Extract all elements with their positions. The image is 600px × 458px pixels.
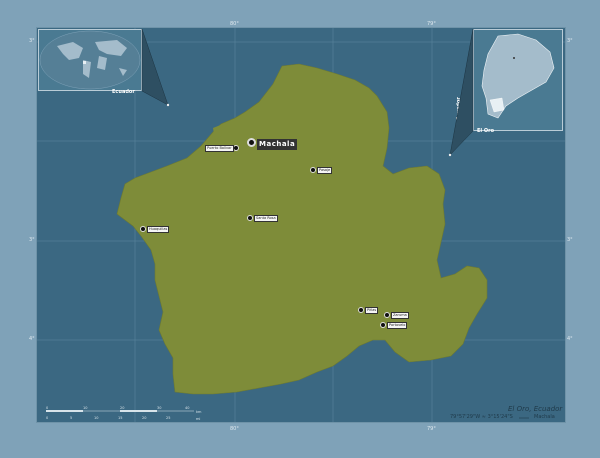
city-label-machala: Machala	[257, 139, 298, 150]
tick-bottom-80: 80°	[230, 426, 239, 432]
city-dot-zaruma[interactable]	[384, 312, 390, 318]
scale-tick-0: 0	[46, 406, 49, 410]
scale-tick-30: 30	[157, 406, 162, 410]
tick-left-4: 4°	[29, 336, 35, 342]
inset-country[interactable]	[473, 29, 563, 131]
scale-tick2-5: 5	[70, 416, 73, 420]
city-dot-pasaje[interactable]	[310, 167, 316, 173]
city-dot-huaquillas[interactable]	[140, 226, 146, 232]
city-label-huaquillas: Huaquillas	[147, 226, 170, 233]
scale-tick-20: 20	[120, 406, 125, 410]
scale-tick-10: 10	[83, 406, 88, 410]
city-label-portovelo: Portovelo	[387, 322, 408, 329]
scale-tick2-25: 25	[166, 416, 171, 420]
city-label-santa-rosa: Santa Rosa	[254, 215, 278, 222]
scale-tick2-15: 15	[118, 416, 123, 420]
world-map-svg	[39, 30, 141, 90]
inset-country-label: El Oro	[477, 128, 495, 134]
city-label-puerto-bolivar: Puerto Bolívar	[205, 145, 234, 152]
inset-world[interactable]	[38, 29, 142, 91]
country-map-svg	[481, 33, 555, 119]
legend-machala-symbol	[519, 417, 529, 419]
city-dot-pinas[interactable]	[358, 307, 364, 313]
tick-bottom-79: 79°	[427, 426, 436, 432]
scale-unit-mi: mi	[196, 417, 201, 421]
city-dot-puerto-bolivar[interactable]	[233, 145, 239, 151]
inset-world-label: Ecuador	[112, 89, 135, 95]
tick-right-3a: 3°	[567, 38, 573, 44]
scale-tick2-0: 0	[46, 416, 49, 420]
city-dot-machala[interactable]	[247, 138, 256, 147]
city-dot-santa-rosa[interactable]	[247, 215, 253, 221]
map-title: El Oro, Ecuador	[508, 405, 563, 413]
inset-country-vertical-label: Ecuador	[456, 97, 462, 120]
tick-top-79: 79°	[427, 21, 436, 27]
scale-unit-km: km	[196, 410, 202, 414]
scale-tick-40: 40	[185, 406, 190, 410]
tick-left-3b: 3°	[29, 237, 35, 243]
tick-right-3b: 3°	[567, 237, 573, 243]
tick-left-3a: 3°	[29, 38, 35, 44]
coordinates-text: 79°57'29"W ≈ 3°15'24"S	[450, 414, 513, 420]
scale-tick2-10: 10	[94, 416, 99, 420]
legend-machala-label: Machala	[534, 414, 555, 420]
tick-right-4: 4°	[567, 336, 573, 342]
city-label-pinas: Piñas	[365, 307, 379, 314]
city-label-pasaje: Pasaje	[317, 167, 333, 174]
scale-tick2-20: 20	[142, 416, 147, 420]
city-label-zaruma: Zaruma	[391, 312, 409, 319]
province-el-oro[interactable]	[116, 63, 488, 395]
tick-top-80: 80°	[230, 21, 239, 27]
city-dot-portovelo[interactable]	[380, 322, 386, 328]
